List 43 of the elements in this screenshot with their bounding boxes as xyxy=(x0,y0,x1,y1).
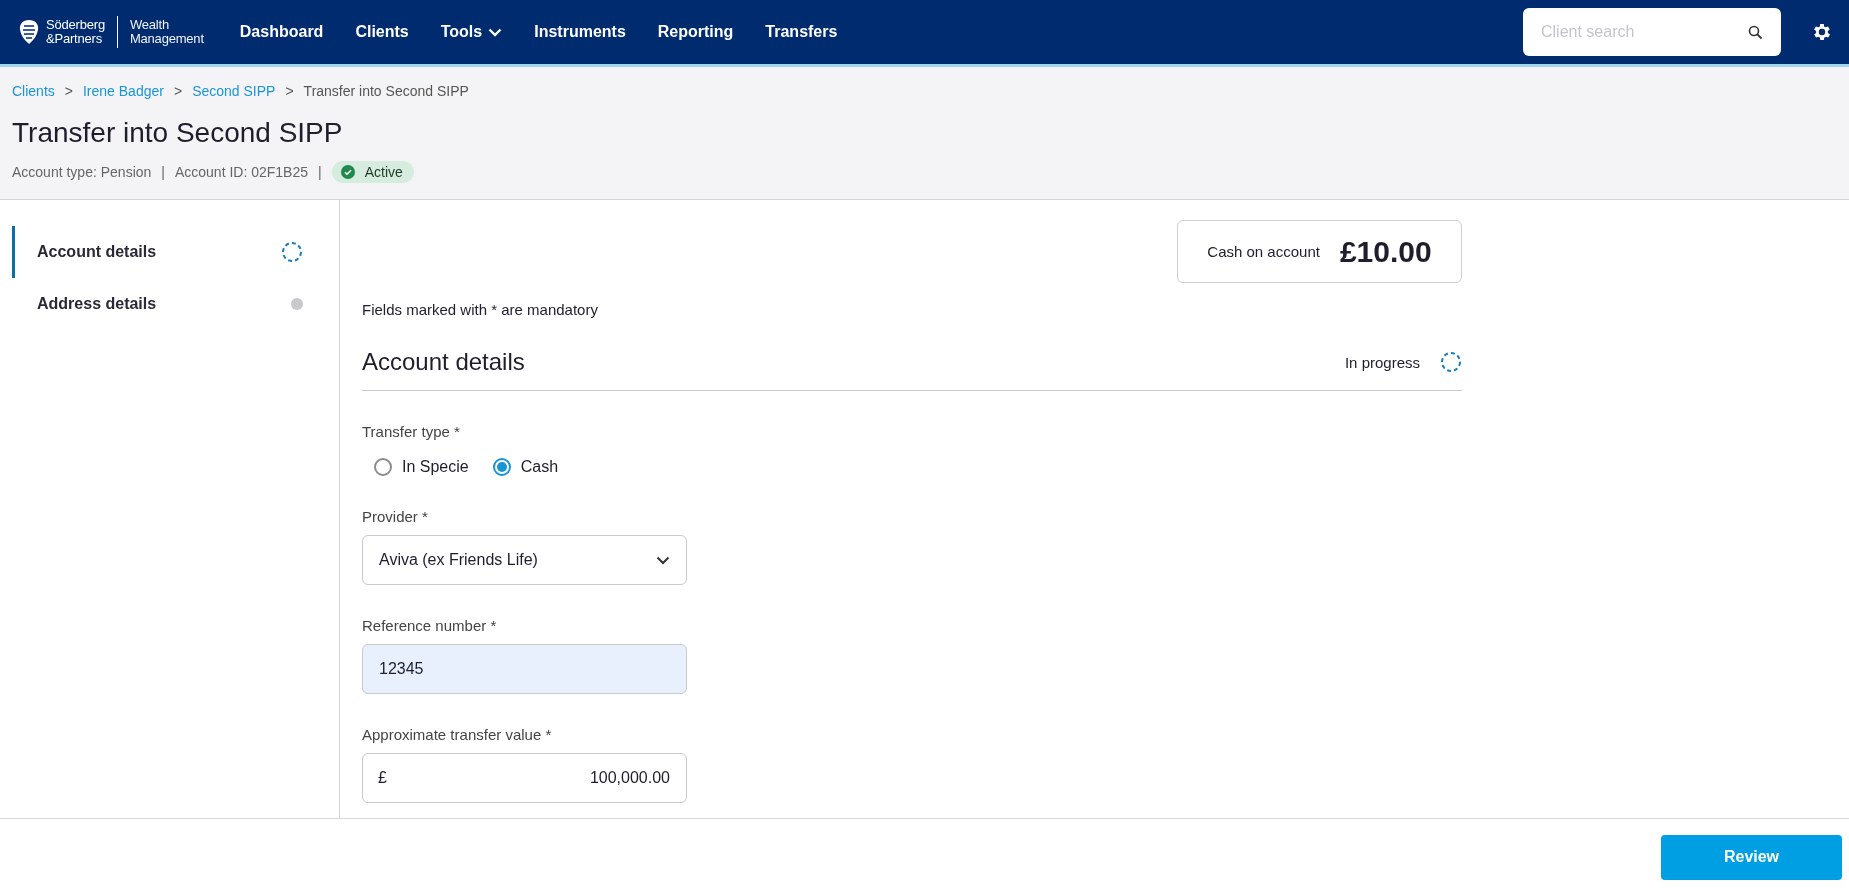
input-field[interactable]: 12345 xyxy=(362,644,687,694)
provider-select[interactable]: Aviva (ex Friends Life) xyxy=(362,535,687,585)
breadcrumb-separator: > xyxy=(285,83,294,99)
radio-label: In Specie xyxy=(402,458,469,476)
check-icon xyxy=(340,165,355,179)
currency-symbol: £ xyxy=(378,768,387,788)
field-label: Approximate transfer value * xyxy=(362,726,553,743)
breadcrumb-separator: > xyxy=(64,83,73,99)
cash-label: Cash on account xyxy=(1207,243,1320,260)
chevron-down-icon xyxy=(656,555,670,565)
nav-link[interactable]: Tools xyxy=(440,23,503,41)
mandatory-note: Fields marked with * are mandatory xyxy=(362,301,599,318)
section-status: In progress xyxy=(1344,353,1420,371)
account-meta: Account ID: 02F1B25 xyxy=(174,164,309,180)
nav-link[interactable]: Reporting xyxy=(657,23,734,41)
radio-button[interactable] xyxy=(374,458,392,476)
page-title: Transfer into Second SIPP xyxy=(12,117,344,149)
nav-link[interactable]: Clients xyxy=(355,23,409,41)
nav-link[interactable]: Instruments xyxy=(534,23,626,41)
nav-link[interactable]: Dashboard xyxy=(239,23,324,41)
radio-label: Cash xyxy=(520,458,559,476)
meta-separator: | xyxy=(161,164,165,180)
field-label: Transfer type * xyxy=(362,423,461,440)
nav-link[interactable]: Transfers xyxy=(765,23,838,41)
status-label: Active xyxy=(364,164,403,180)
field-label: Provider * xyxy=(362,508,429,525)
account-meta: Account type: Pension xyxy=(12,164,152,180)
section-title: Account details xyxy=(362,348,525,376)
step-item[interactable]: Account details xyxy=(12,226,339,278)
field-label: Reference number * xyxy=(362,617,498,634)
meta-separator: | xyxy=(318,164,322,180)
cash-amount: £10.00 xyxy=(1339,234,1432,269)
search-field[interactable]: Client search xyxy=(1523,8,1781,56)
breadcrumb-separator: > xyxy=(173,83,183,99)
brand-name: Söderberg &Partners xyxy=(46,18,105,46)
search-icon xyxy=(1748,24,1763,40)
settings-icon[interactable] xyxy=(1811,21,1833,43)
breadcrumb-current: Transfer into Second SIPP xyxy=(303,83,469,99)
radio-button[interactable] xyxy=(492,458,511,476)
step-item[interactable]: Address details xyxy=(12,278,339,330)
radio-option[interactable]: In Specie xyxy=(374,458,469,476)
product-name: Wealth Management xyxy=(129,18,204,46)
radio-option[interactable]: Cash xyxy=(492,458,559,476)
